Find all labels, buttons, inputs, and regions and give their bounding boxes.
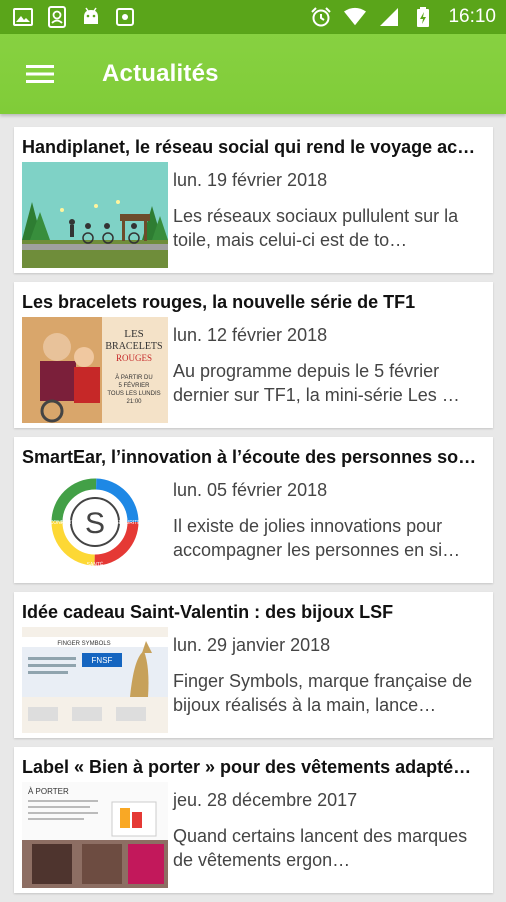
news-title: Handiplanet, le réseau social qui rend l… — [22, 137, 476, 157]
news-thumbnail: S SANTÉ SÉCURITÉ CONFORT — [22, 472, 168, 578]
news-card[interactable]: Handiplanet, le réseau social qui rend l… — [14, 127, 493, 273]
news-card[interactable]: SmartEar, l’innovation à l’écoute des pe… — [14, 437, 493, 583]
thumb-text: LES — [124, 328, 144, 340]
thumb-text: BRACELETS — [105, 341, 162, 352]
thumb-text: 5 FÉVRIER — [118, 382, 150, 389]
news-title: Label « Bien à porter » pour des vêtemen… — [22, 757, 472, 777]
news-date: lun. 05 février 2018 — [173, 480, 328, 500]
status-system: 16:10 — [310, 6, 496, 28]
signal-icon — [378, 6, 400, 28]
news-thumbnail: FINGER SYMBOLS FNSF — [22, 627, 168, 733]
news-excerpt: Il existe de jolies innovations pour acc… — [173, 516, 461, 560]
thumb-text: S — [85, 507, 105, 540]
news-excerpt: Quand certains lancent des marques de vê… — [173, 826, 468, 870]
news-date: jeu. 28 décembre 2017 — [173, 790, 358, 810]
alarm-icon — [310, 6, 332, 28]
news-thumbnail: LES BRACELETS ROUGES À PARTIR DU 5 FÉVRI… — [22, 317, 168, 423]
thumb-text: ROUGES — [116, 353, 152, 363]
image-icon — [12, 6, 34, 28]
status-notifications — [12, 6, 136, 28]
news-card[interactable]: Idée cadeau Saint-Valentin : des bijoux … — [14, 592, 493, 738]
news-thumbnail: À PORTER — [22, 782, 168, 888]
thumb-text: FINGER SYMBOLS — [57, 641, 110, 647]
page-title: Actualités — [102, 60, 219, 87]
news-thumbnail — [22, 162, 168, 268]
thumb-text: SANTÉ — [87, 561, 104, 568]
status-clock: 16:10 — [448, 6, 496, 27]
thumb-text: TOUS LES LUNDIS — [107, 391, 160, 397]
news-title: Idée cadeau Saint-Valentin : des bijoux … — [22, 602, 394, 622]
thumb-text: À PORTER — [28, 787, 69, 796]
news-date: lun. 19 février 2018 — [173, 170, 328, 190]
thumb-text: SÉCURITÉ — [115, 519, 141, 526]
app-bar: Actualités — [0, 34, 506, 114]
thumb-text: À PARTIR DU — [115, 374, 152, 381]
wifi-icon — [344, 6, 367, 28]
status-bar: 16:10 — [0, 0, 506, 34]
battery-charging-icon — [412, 6, 434, 28]
hamburger-menu-icon — [26, 65, 54, 83]
news-excerpt: Les réseaux sociaux pullulent sur la toi… — [173, 206, 459, 250]
news-date: lun. 29 janvier 2018 — [173, 635, 331, 655]
news-title: Les bracelets rouges, la nouvelle série … — [22, 292, 416, 312]
news-excerpt: Finger Symbols, marque française de bijo… — [173, 671, 473, 715]
thumb-text: CONFORT — [50, 520, 75, 526]
menu-button[interactable] — [20, 54, 60, 94]
news-title: SmartEar, l’innovation à l’écoute des pe… — [22, 447, 477, 467]
news-card[interactable]: Label « Bien à porter » pour des vêtemen… — [14, 747, 493, 893]
news-list: Handiplanet, le réseau social qui rend l… — [14, 127, 493, 902]
news-card[interactable]: Les bracelets rouges, la nouvelle série … — [14, 282, 493, 428]
thumb-text: FNSF — [92, 656, 113, 665]
thumb-text: 21:00 — [126, 399, 142, 405]
camera-icon — [114, 6, 136, 28]
news-date: lun. 12 février 2018 — [173, 325, 328, 345]
news-excerpt: Au programme depuis le 5 février dernier… — [173, 361, 460, 405]
android-icon — [80, 6, 102, 28]
contact-card-icon — [46, 6, 68, 28]
